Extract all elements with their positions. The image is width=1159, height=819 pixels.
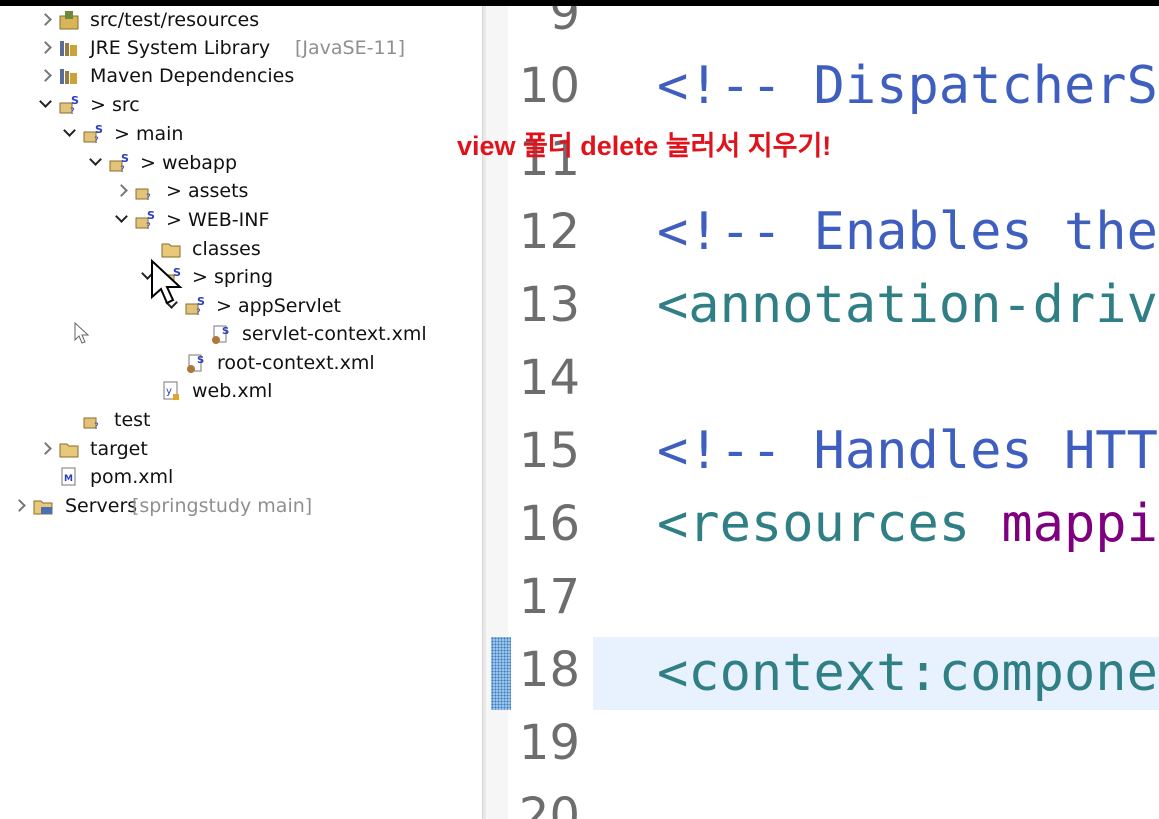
folder-icon [161,243,181,258]
spring-xml-icon: S [212,325,229,344]
chevron-right-icon[interactable] [38,435,52,463]
line-number: 17 [518,569,580,625]
chevron-down-icon[interactable] [114,206,128,234]
spring-folder-icon: S? [59,94,79,116]
chevron-right-icon[interactable] [114,177,128,205]
line-number: 15 [518,423,580,479]
spring-folder-icon: ? [135,188,151,202]
chevron-down-icon[interactable] [88,149,102,177]
line-number: 12 [518,204,580,260]
line-number: 18 [518,642,580,698]
tree-item-label: web.xml [192,380,273,402]
tree-item-label: pom.xml [90,466,174,488]
svg-text:S: S [197,295,205,308]
svg-text:?: ? [196,308,201,317]
svg-text:S: S [95,123,103,136]
code-tag-token: <resources [657,494,1002,554]
package-folder-icon [59,11,79,30]
chevron-right-icon[interactable] [12,492,26,520]
tree-item-decoration: [JavaSE-11] [295,37,406,59]
folder-icon [59,443,79,458]
spring-xml-icon: S [187,354,204,373]
line-number: 14 [518,350,580,406]
tree-item-label: servlet-context.xml [242,323,427,345]
chevron-down-icon[interactable] [62,120,76,148]
svg-text:?: ? [146,193,151,202]
tree-item-label: JRE System Library [90,37,271,59]
code-line[interactable]: <!-- Handles HTT [657,415,1158,488]
line-number: 9 [549,6,580,41]
tree-item-label: > WEB-INF [166,209,270,231]
spring-folder-icon: ? [83,417,99,431]
code-line[interactable]: <resources mappi [657,488,1158,561]
server-project-icon [33,500,53,515]
svg-text:S: S [222,326,229,337]
spring-folder-icon: S? [135,209,155,231]
code-line[interactable]: <context:compone [657,637,1158,710]
line-number: 13 [518,277,580,333]
tree-item-label: Servers [65,495,138,517]
svg-text:S: S [197,355,204,366]
tree-item-label: > assets [166,180,249,202]
tree-item-label: src/test/resources [90,9,260,31]
line-number: 19 [518,715,580,771]
maven-file-icon: M [61,467,76,486]
tree-item-decoration: [springstudy main] [132,495,313,517]
svg-text:y: y [166,386,172,397]
svg-text:M: M [64,474,73,484]
tree-item-label: > main [114,123,184,145]
chevron-down-icon[interactable] [38,91,52,119]
tree-item-label: test [114,409,151,431]
svg-text:S: S [121,152,129,165]
svg-text:?: ? [146,222,151,231]
annotation-text: view 폴더 delete 눌러서 지우기! [457,131,832,161]
tree-item-label: root-context.xml [217,352,375,374]
svg-text:?: ? [120,165,125,174]
svg-text:?: ? [94,136,99,145]
svg-text:S: S [71,94,79,107]
code-line[interactable]: <!-- DispatcherS [657,50,1158,123]
tree-item-label: > src [90,94,140,116]
chevron-right-icon[interactable] [38,62,52,90]
chevron-right-icon[interactable] [38,6,52,34]
library-icon [60,69,77,84]
project-explorer: src/test/resources JRE System Library [J… [0,6,482,819]
xml-file-icon: y [163,381,179,400]
tree-item-label: target [90,438,148,460]
code-line[interactable]: <!-- Enables the [657,196,1158,269]
spring-folder-icon: S? [185,295,205,317]
svg-text:?: ? [94,422,99,431]
line-number: 16 [518,496,580,552]
spring-folder-icon: S? [109,152,129,174]
svg-text:S: S [147,209,155,222]
code-attr-token: mappi [1001,494,1158,554]
tree-item-label: classes [192,238,261,260]
change-marker [491,637,511,710]
spring-folder-icon: S? [83,123,103,145]
tree-item-label: Maven Dependencies [90,65,295,87]
ghost-pointer-icon [74,322,90,344]
line-number: 20 [518,788,580,819]
tree-item-label: > spring [192,266,274,288]
tree-item-label: > appServlet [216,295,341,317]
code-line[interactable]: <annotation-driv [657,269,1158,342]
tree-item-label: > webapp [140,152,238,174]
mouse-pointer-icon [151,259,183,305]
svg-text:?: ? [70,107,75,116]
line-number: 10 [518,58,580,114]
library-icon [60,41,77,56]
chevron-right-icon[interactable] [38,34,52,62]
